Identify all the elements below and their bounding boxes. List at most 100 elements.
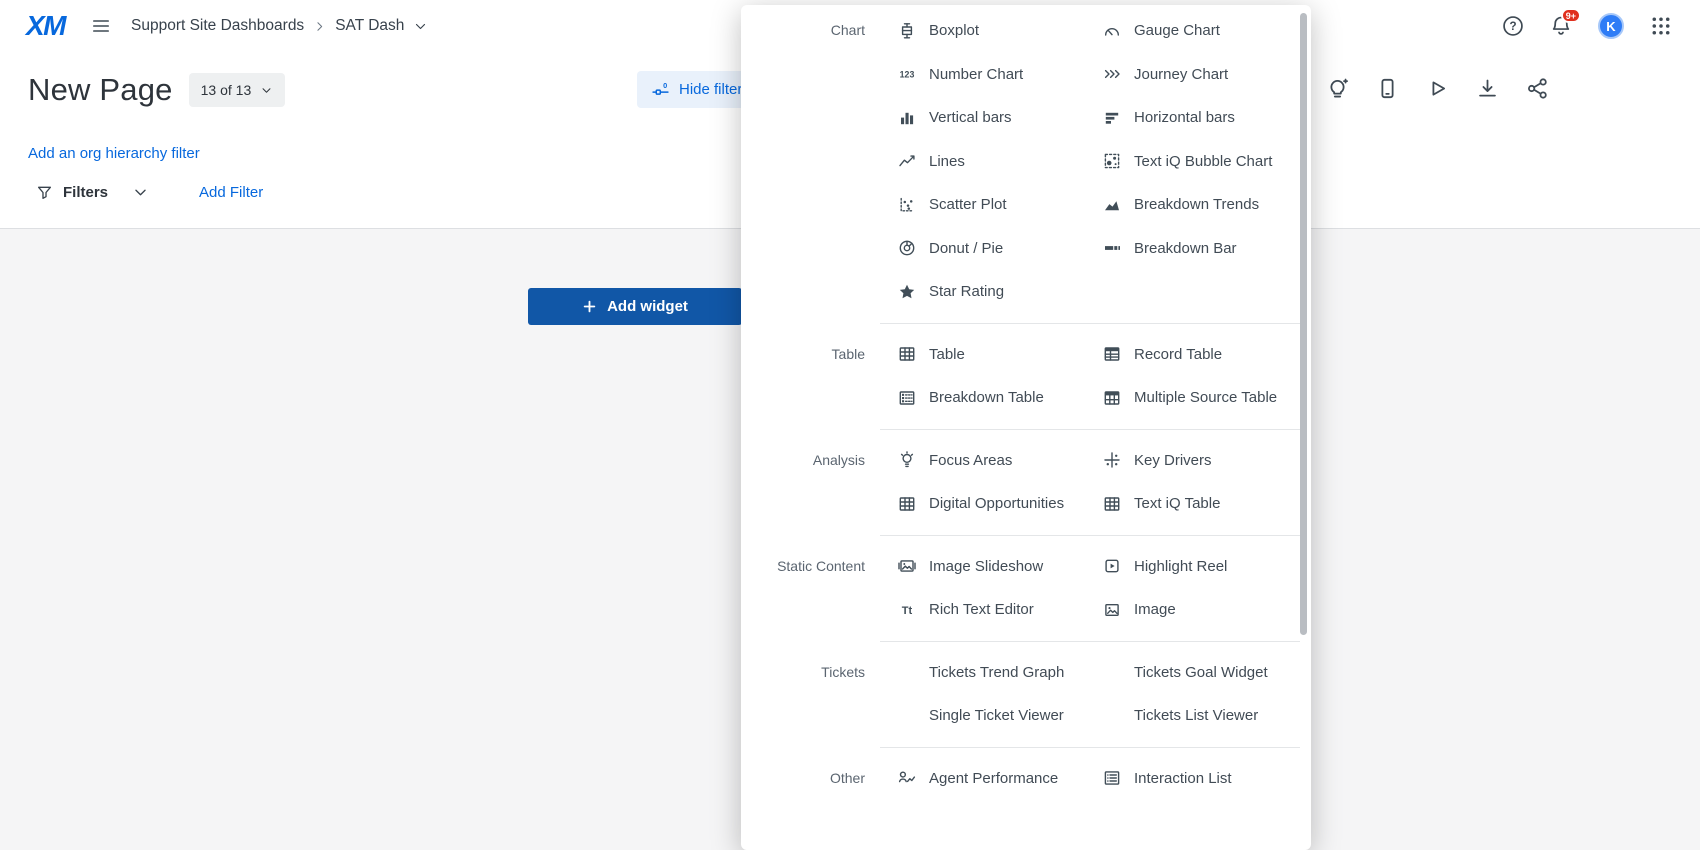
share-button[interactable]: [1526, 77, 1549, 100]
filters-chevron-down-icon[interactable]: [132, 184, 149, 201]
svg-text:123: 123: [900, 70, 915, 80]
notifications-button[interactable]: 9+: [1550, 15, 1572, 37]
present-button[interactable]: [1426, 77, 1449, 100]
share-icon: [1526, 77, 1549, 100]
lines-icon: [898, 152, 916, 170]
panel-scrollbar[interactable]: [1300, 13, 1307, 635]
panel-items-tickets: Tickets Trend Graph Tickets Goal Widget Si…: [880, 642, 1300, 748]
breadcrumb-item-dashboards[interactable]: Support Site Dashboards: [131, 17, 304, 35]
widget-item-image[interactable]: Image: [1085, 588, 1300, 632]
widget-item-interaction-list[interactable]: Interaction List: [1085, 757, 1300, 801]
widget-item-breakdown-trends[interactable]: Breakdown Trends: [1085, 183, 1300, 227]
widget-item-label: Tickets Goal Widget: [1134, 664, 1268, 681]
page-selector-label: 13 of 13: [201, 82, 252, 98]
filters-bar: Filters Add Filter: [36, 184, 263, 201]
widget-item-label: Single Ticket Viewer: [929, 707, 1064, 724]
widget-item-boxplot[interactable]: Boxplot: [880, 9, 1085, 53]
widget-item-table[interactable]: Table: [880, 333, 1085, 377]
add-filter-link[interactable]: Add Filter: [199, 184, 263, 201]
widget-item-scatter-plot[interactable]: Scatter Plot: [880, 183, 1085, 227]
widget-item-tickets-trend-graph[interactable]: Tickets Trend Graph: [880, 651, 1085, 695]
widget-item-image-slideshow[interactable]: Image Slideshow: [880, 545, 1085, 589]
widget-item-focus-areas[interactable]: Focus Areas: [880, 439, 1085, 483]
widget-item-gauge-chart[interactable]: Gauge Chart: [1085, 9, 1300, 53]
chevron-down-icon: [260, 84, 273, 97]
widget-item-multiple-source-table[interactable]: Multiple Source Table: [1085, 376, 1300, 420]
highlight-reel-icon: [1103, 557, 1121, 575]
add-widget-label: Add widget: [607, 298, 688, 315]
play-icon: [1426, 77, 1449, 100]
export-button[interactable]: [1476, 77, 1499, 100]
chevron-right-icon: [313, 20, 326, 33]
panel-section-static-content: Static ContentImage SlideshowHighlight R…: [741, 536, 1311, 642]
funnel-icon: [36, 184, 53, 201]
widget-item-key-drivers[interactable]: Key Drivers: [1085, 439, 1300, 483]
add-widget-button[interactable]: Add widget: [528, 288, 742, 325]
hamburger-icon: [91, 16, 111, 36]
widget-item-single-ticket-viewer[interactable]: Single Ticket Viewer: [880, 694, 1085, 738]
number-chart-icon: 123: [898, 65, 916, 83]
widget-item-label: Interaction List: [1134, 770, 1232, 787]
add-org-hierarchy-filter-link[interactable]: Add an org hierarchy filter: [28, 145, 200, 162]
gauge-icon: [1103, 22, 1121, 40]
widget-item-star-rating[interactable]: Star Rating: [880, 270, 1085, 314]
widget-item-record-table[interactable]: Record Table: [1085, 333, 1300, 377]
boxplot-icon: [898, 22, 916, 40]
widget-item-label: Agent Performance: [929, 770, 1058, 787]
mobile-preview-button[interactable]: [1376, 77, 1399, 100]
widget-item-journey-chart[interactable]: Journey Chart: [1085, 53, 1300, 97]
dashboard-chevron-down-icon[interactable]: [413, 19, 428, 34]
widget-item-vertical-bars[interactable]: Vertical bars: [880, 96, 1085, 140]
insights-button[interactable]: [1326, 77, 1349, 100]
filter-slider-icon: 0: [651, 80, 670, 99]
widget-item-text-iq-table[interactable]: Text iQ Table: [1085, 482, 1300, 526]
widget-item-horizontal-bars[interactable]: Horizontal bars: [1085, 96, 1300, 140]
page-selector[interactable]: 13 of 13: [189, 73, 286, 107]
widget-item-label: Focus Areas: [929, 452, 1012, 469]
widget-item-label: Breakdown Bar: [1134, 240, 1237, 257]
widget-item-lines[interactable]: Lines: [880, 140, 1085, 184]
svg-text:Tt: Tt: [902, 605, 913, 617]
widget-item-label: Vertical bars: [929, 109, 1012, 126]
widget-item-label: Horizontal bars: [1134, 109, 1235, 126]
widget-item-label: Tickets Trend Graph: [929, 664, 1064, 681]
xm-logo[interactable]: XM: [26, 10, 65, 42]
widget-item-label: Text iQ Bubble Chart: [1134, 153, 1272, 170]
widget-picker-panel: ChartBoxplotGauge Chart123Number ChartJo…: [741, 5, 1311, 850]
table-icon: [898, 345, 916, 363]
panel-category-other: Other: [741, 748, 880, 810]
breadcrumb-item-current[interactable]: SAT Dash: [335, 17, 404, 35]
widget-item-label: Tickets List Viewer: [1134, 707, 1258, 724]
record-table-icon: [1103, 345, 1121, 363]
panel-items-analysis: Focus Areas Key DriversDigital Opportunit…: [880, 430, 1300, 536]
widget-item-agent-performance[interactable]: Agent Performance: [880, 757, 1085, 801]
filters-label[interactable]: Filters: [63, 184, 108, 201]
widget-item-donut-pie[interactable]: Donut / Pie: [880, 227, 1085, 271]
no-icon: [1103, 707, 1121, 725]
widget-item-tickets-list-viewer[interactable]: Tickets List Viewer: [1085, 694, 1300, 738]
apps-grid-icon: [1650, 15, 1672, 37]
widget-item-digital-opportunities[interactable]: Digital Opportunities: [880, 482, 1085, 526]
avatar[interactable]: K: [1598, 13, 1624, 39]
widget-item-breakdown-table[interactable]: Breakdown Table: [880, 376, 1085, 420]
hamburger-menu-button[interactable]: [91, 16, 111, 36]
widget-item-number-chart[interactable]: 123Number Chart: [880, 53, 1085, 97]
breadcrumb: Support Site Dashboards SAT Dash: [131, 17, 428, 35]
widget-item-highlight-reel[interactable]: Highlight Reel: [1085, 545, 1300, 589]
panel-section-analysis: AnalysisFocus AreasKey DriversDigital Op…: [741, 430, 1311, 536]
panel-section-other: Other Agent Performance Interaction List: [741, 748, 1311, 810]
widget-item-breakdown-bar[interactable]: Breakdown Bar: [1085, 227, 1300, 271]
topbar-actions: ? 9+ K: [1502, 13, 1700, 39]
panel-section-tickets: TicketsTickets Trend GraphTickets Goal W…: [741, 642, 1311, 748]
help-button[interactable]: ?: [1502, 15, 1524, 37]
widget-item-text-iq-bubble-chart[interactable]: Text iQ Bubble Chart: [1085, 140, 1300, 184]
widget-item-label: Lines: [929, 153, 965, 170]
vertical-bars-icon: [898, 109, 916, 127]
widget-item-label: Multiple Source Table: [1134, 389, 1277, 406]
interaction-list-icon: [1103, 769, 1121, 787]
apps-menu-button[interactable]: [1650, 15, 1672, 37]
widget-item-rich-text-editor[interactable]: TtRich Text Editor: [880, 588, 1085, 632]
plus-icon: [582, 299, 597, 314]
widget-item-tickets-goal-widget[interactable]: Tickets Goal Widget: [1085, 651, 1300, 695]
notification-badge: 9+: [1561, 8, 1581, 23]
